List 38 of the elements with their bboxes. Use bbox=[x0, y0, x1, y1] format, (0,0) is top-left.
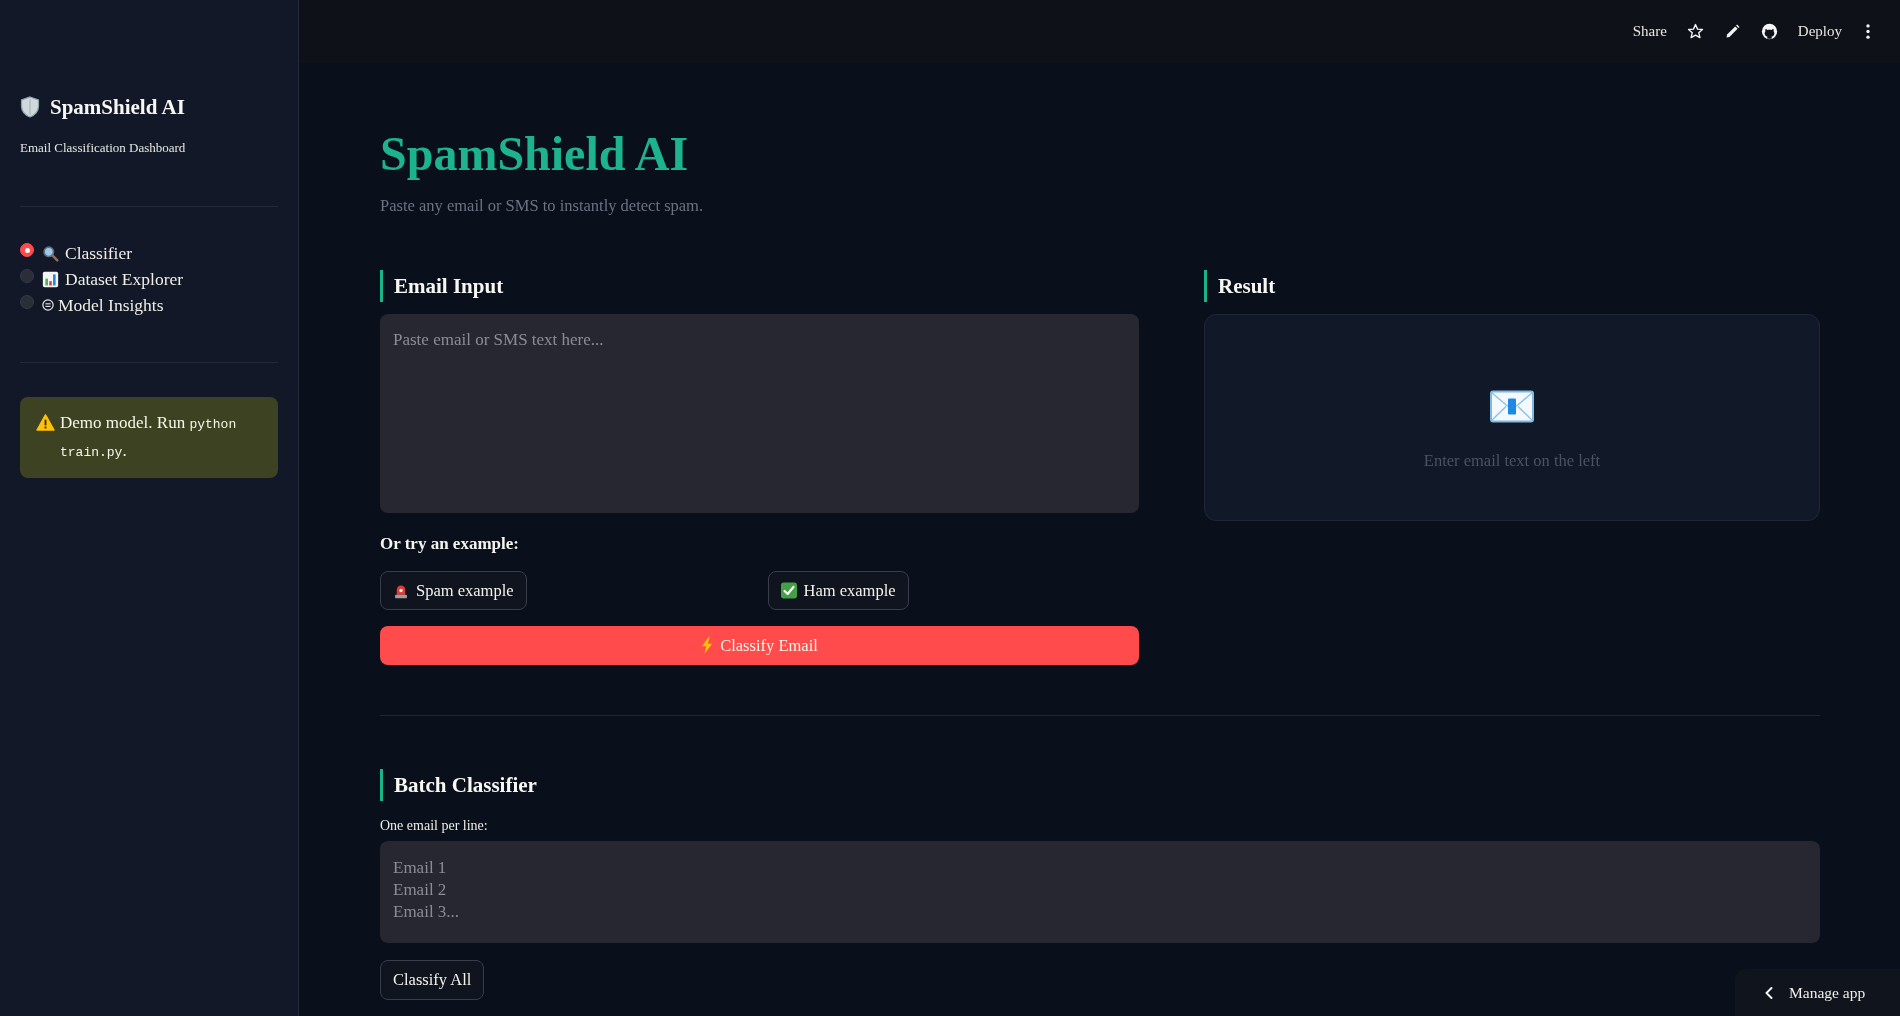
batch-field-label: One email per line: bbox=[380, 817, 489, 835]
example-button[interactable]: Spam example bbox=[380, 571, 527, 610]
section-heading: Email Input bbox=[380, 270, 1139, 302]
radio-button[interactable] bbox=[20, 295, 34, 309]
ring-icon bbox=[42, 299, 54, 311]
notice-text: Demo model. Run python train.py. bbox=[60, 412, 238, 462]
nav-option-label[interactable]: Dataset Explorer bbox=[65, 267, 184, 291]
email-input-field[interactable]: Paste email or SMS text here... bbox=[380, 314, 1139, 513]
shield-icon bbox=[20, 96, 40, 118]
sidebar-title: SpamShield AI bbox=[50, 94, 185, 121]
examples-label: Or try an example: bbox=[380, 533, 520, 555]
siren-icon bbox=[393, 582, 409, 599]
bar-chart-icon bbox=[42, 270, 59, 288]
nav-option-label[interactable]: Model Insights bbox=[58, 293, 164, 317]
more-options-icon[interactable] bbox=[1866, 24, 1870, 39]
nav-option-label[interactable]: Classifier bbox=[65, 241, 133, 265]
deploy-link[interactable]: Deploy bbox=[1797, 23, 1842, 40]
envelope-icon bbox=[1490, 390, 1534, 423]
radio-button[interactable] bbox=[20, 243, 34, 257]
batch-input-field[interactable]: Email 1 Email 2 Email 3... bbox=[380, 841, 1820, 943]
warning-icon bbox=[36, 414, 55, 431]
section-heading: Result bbox=[1204, 270, 1820, 302]
section-heading: Batch Classifier bbox=[380, 769, 1820, 801]
page-title: SpamShield AI bbox=[380, 126, 690, 182]
lightning-icon bbox=[701, 637, 714, 654]
caret-left-icon bbox=[1765, 986, 1773, 999]
result-placeholder-text: Enter email text on the left bbox=[1423, 450, 1601, 472]
manage-app-button[interactable]: Manage app bbox=[1735, 969, 1900, 1016]
star-icon[interactable] bbox=[1686, 23, 1704, 40]
share-link[interactable]: Share bbox=[1632, 23, 1667, 40]
cat-logo-icon[interactable] bbox=[1760, 23, 1778, 40]
sidebar-subtitle: Email Classification Dashboard bbox=[20, 139, 187, 157]
classify-all-button[interactable]: Classify All bbox=[380, 960, 485, 1000]
example-button[interactable]: Ham example bbox=[767, 571, 909, 610]
page-subtitle: Paste any email or SMS to instantly detect spam. bbox=[380, 195, 705, 217]
radio-button[interactable] bbox=[20, 269, 34, 283]
magnifier-icon bbox=[42, 244, 59, 262]
checkmark-icon bbox=[780, 582, 797, 599]
